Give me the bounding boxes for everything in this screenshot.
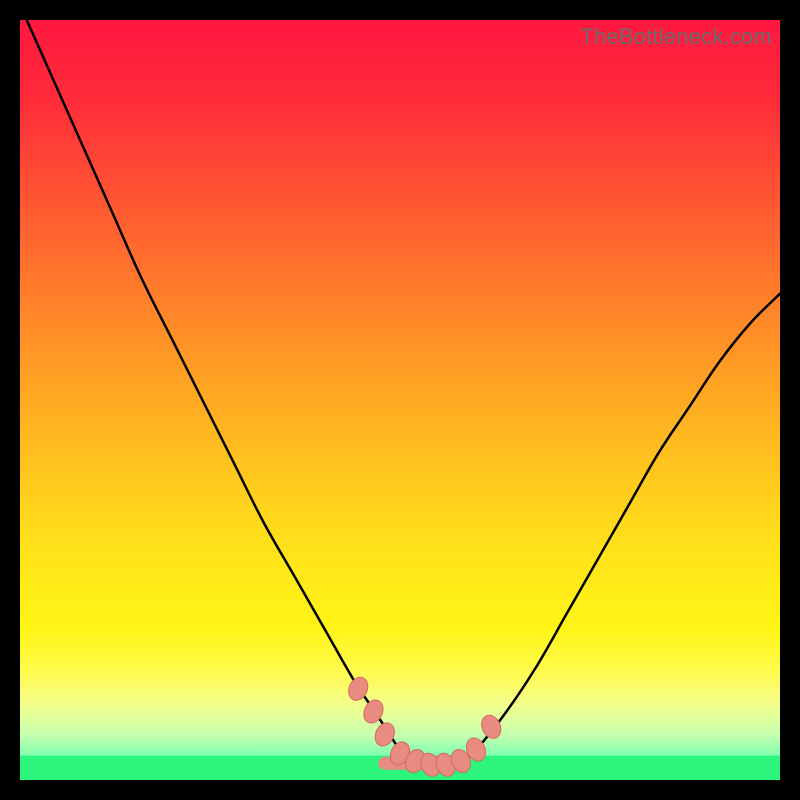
bottleneck-chart — [20, 20, 780, 780]
gradient-background — [20, 20, 780, 780]
chart-frame: TheBottleneck.com — [20, 20, 780, 780]
watermark-text: TheBottleneck.com — [580, 24, 772, 50]
